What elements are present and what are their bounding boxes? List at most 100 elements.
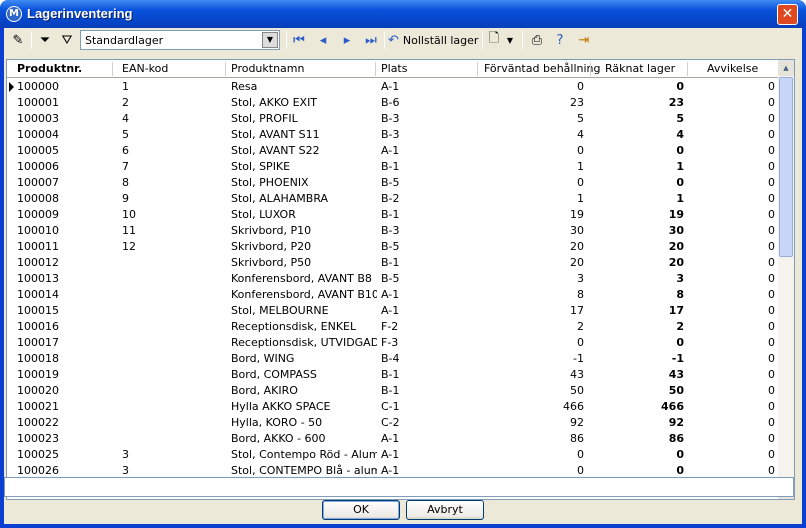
next-record-icon[interactable]: ▸ xyxy=(338,30,356,50)
cell-counted[interactable]: 8 xyxy=(591,288,684,301)
cell-produktnr: 100025 xyxy=(17,448,59,461)
chevron-down-icon[interactable]: ▼ xyxy=(504,30,516,50)
column-divider[interactable] xyxy=(112,62,113,76)
previous-record-icon[interactable]: ◂ xyxy=(314,30,332,50)
column-header-counted[interactable]: Räknat lager xyxy=(605,62,675,75)
cell-counted[interactable]: 4 xyxy=(591,128,684,141)
table-row[interactable]: 100009 10 Stol, LUXOR B-1 19 19 0 xyxy=(7,207,780,223)
filter-icon[interactable]: ⏷ xyxy=(36,30,54,50)
cell-counted[interactable]: 20 xyxy=(591,240,684,253)
cell-counted[interactable]: 30 xyxy=(591,224,684,237)
table-row[interactable]: 100025 3 Stol, Contempo Röd - Aluminium A-1… xyxy=(7,447,780,463)
chevron-down-icon[interactable]: ▼ xyxy=(262,32,278,48)
column-divider[interactable] xyxy=(590,62,591,76)
scroll-up-icon[interactable]: ▲ xyxy=(778,60,794,76)
table-row[interactable]: 100005 6 Stol, AVANT S22 A-1 0 0 0 xyxy=(7,143,780,159)
cell-counted[interactable]: 0 xyxy=(591,336,684,349)
table-row[interactable]: 100017 Receptionsdisk, UTVIDGAD F-3 0 0 0 xyxy=(7,335,780,351)
column-header-expected[interactable]: Förväntad behållning xyxy=(484,62,601,75)
cell-deviation: 0 xyxy=(768,112,775,125)
cell-counted[interactable]: 0 xyxy=(591,80,684,93)
table-row[interactable]: 100020 Bord, AKIRO B-1 50 50 0 xyxy=(7,383,780,399)
title-bar[interactable]: M Lagerinventering ✕ xyxy=(0,0,806,28)
table-row[interactable]: 100012 Skrivbord, P50 B-1 20 20 0 xyxy=(7,255,780,271)
table-row[interactable]: 100022 Hylla, KORO - 50 C-2 92 92 0 xyxy=(7,415,780,431)
table-row[interactable]: 100023 Bord, AKKO - 600 A-1 86 86 0 xyxy=(7,431,780,447)
table-row[interactable]: 100021 Hylla AKKO SPACE C-1 466 466 0 xyxy=(7,399,780,415)
ok-button[interactable]: OK xyxy=(322,500,400,520)
table-row[interactable]: 100018 Bord, WING B-4 -1 -1 0 xyxy=(7,351,780,367)
table-row[interactable]: 100016 Receptionsdisk, ENKEL F-2 2 2 0 xyxy=(7,319,780,335)
cell-counted[interactable]: 466 xyxy=(591,400,684,413)
cell-counted[interactable]: 92 xyxy=(591,416,684,429)
table-row[interactable]: 100006 7 Stol, SPIKE B-1 1 1 0 xyxy=(7,159,780,175)
table-row[interactable]: 100000 1 Resa A-1 0 0 0 xyxy=(7,79,780,95)
document-icon[interactable]: 🗋 xyxy=(486,30,502,50)
cell-counted[interactable]: 0 xyxy=(591,448,684,461)
column-header-deviation[interactable]: Avvikelse xyxy=(707,62,758,75)
table-row[interactable]: 100019 Bord, COMPASS B-1 43 43 0 xyxy=(7,367,780,383)
table-row[interactable]: 100001 2 Stol, AKKO EXIT B-6 23 23 0 xyxy=(7,95,780,111)
edit-icon[interactable]: ✎ xyxy=(8,30,28,50)
first-record-icon[interactable]: ⏮ xyxy=(290,30,308,50)
last-record-icon[interactable]: ⏭ xyxy=(362,30,380,50)
cell-ean: 8 xyxy=(122,176,129,189)
print-icon[interactable]: ⎙ xyxy=(528,30,546,50)
table-row[interactable]: 100010 11 Skrivbord, P10 B-3 30 30 0 xyxy=(7,223,780,239)
cell-ean: 2 xyxy=(122,96,129,109)
cell-expected: 0 xyxy=(577,80,584,93)
cell-counted[interactable]: 20 xyxy=(591,256,684,269)
cell-counted[interactable]: 0 xyxy=(591,464,684,477)
cell-expected: 0 xyxy=(577,336,584,349)
cell-counted[interactable]: 3 xyxy=(591,272,684,285)
cancel-button[interactable]: Avbryt xyxy=(406,500,484,520)
column-divider[interactable] xyxy=(375,62,376,76)
table-row[interactable]: 100007 8 Stol, PHOENIX B-5 0 0 0 xyxy=(7,175,780,191)
table-row[interactable]: 100008 9 Stol, ALAHAMBRA B-2 1 1 0 xyxy=(7,191,780,207)
cell-deviation: 0 xyxy=(768,80,775,93)
help-icon[interactable]: ? xyxy=(551,30,569,50)
cell-expected: 0 xyxy=(577,144,584,157)
warehouse-select[interactable]: Standardlager ▼ xyxy=(80,30,280,50)
window: M Lagerinventering ✕ ✎ ⏷ ⛛ Standardlager… xyxy=(0,0,806,528)
cell-counted[interactable]: 17 xyxy=(591,304,684,317)
cell-counted[interactable]: 5 xyxy=(591,112,684,125)
column-divider[interactable] xyxy=(477,62,478,76)
clear-filter-icon[interactable]: ⛛ xyxy=(57,30,77,50)
table-row[interactable]: 100014 Konferensbord, AVANT B10 A-1 8 8 0 xyxy=(7,287,780,303)
cell-counted[interactable]: 50 xyxy=(591,384,684,397)
table-row[interactable]: 100003 4 Stol, PROFIL B-3 5 5 0 xyxy=(7,111,780,127)
cell-counted[interactable]: 43 xyxy=(591,368,684,381)
cell-location: A-1 xyxy=(381,288,400,301)
cell-location: B-6 xyxy=(381,96,400,109)
cell-counted[interactable]: 1 xyxy=(591,160,684,173)
column-divider[interactable] xyxy=(225,62,226,76)
cell-counted[interactable]: -1 xyxy=(591,352,684,365)
cell-counted[interactable]: 19 xyxy=(591,208,684,221)
vertical-scrollbar[interactable]: ▲ ▼ xyxy=(778,60,794,499)
cell-product-name: Konferensbord, AVANT B8 xyxy=(231,272,372,285)
column-divider[interactable] xyxy=(687,62,688,76)
cell-produktnr: 100014 xyxy=(17,288,59,301)
column-header-name[interactable]: Produktnamn xyxy=(231,62,305,75)
column-header-ean[interactable]: EAN-kod xyxy=(122,62,168,75)
table-row[interactable]: 100013 Konferensbord, AVANT B8 B-5 3 3 0 xyxy=(7,271,780,287)
reset-stock-button[interactable]: ↶ Nollställ lager xyxy=(388,30,478,50)
cell-deviation: 0 xyxy=(768,368,775,381)
column-header-produktnr[interactable]: Produktnr. xyxy=(17,62,82,75)
close-button[interactable]: ✕ xyxy=(777,4,798,25)
cell-counted[interactable]: 1 xyxy=(591,192,684,205)
app-icon: M xyxy=(6,6,22,22)
cell-counted[interactable]: 0 xyxy=(591,144,684,157)
cell-counted[interactable]: 0 xyxy=(591,176,684,189)
cell-counted[interactable]: 23 xyxy=(591,96,684,109)
column-header-location[interactable]: Plats xyxy=(381,62,407,75)
table-row[interactable]: 100004 5 Stol, AVANT S11 B-3 4 4 0 xyxy=(7,127,780,143)
table-row[interactable]: 100015 Stol, MELBOURNE A-1 17 17 0 xyxy=(7,303,780,319)
cell-deviation: 0 xyxy=(768,400,775,413)
exit-icon[interactable]: ⇥ xyxy=(574,30,594,50)
table-row[interactable]: 100011 12 Skrivbord, P20 B-5 20 20 0 xyxy=(7,239,780,255)
cell-counted[interactable]: 2 xyxy=(591,320,684,333)
cell-counted[interactable]: 86 xyxy=(591,432,684,445)
scrollbar-thumb[interactable] xyxy=(779,77,793,257)
